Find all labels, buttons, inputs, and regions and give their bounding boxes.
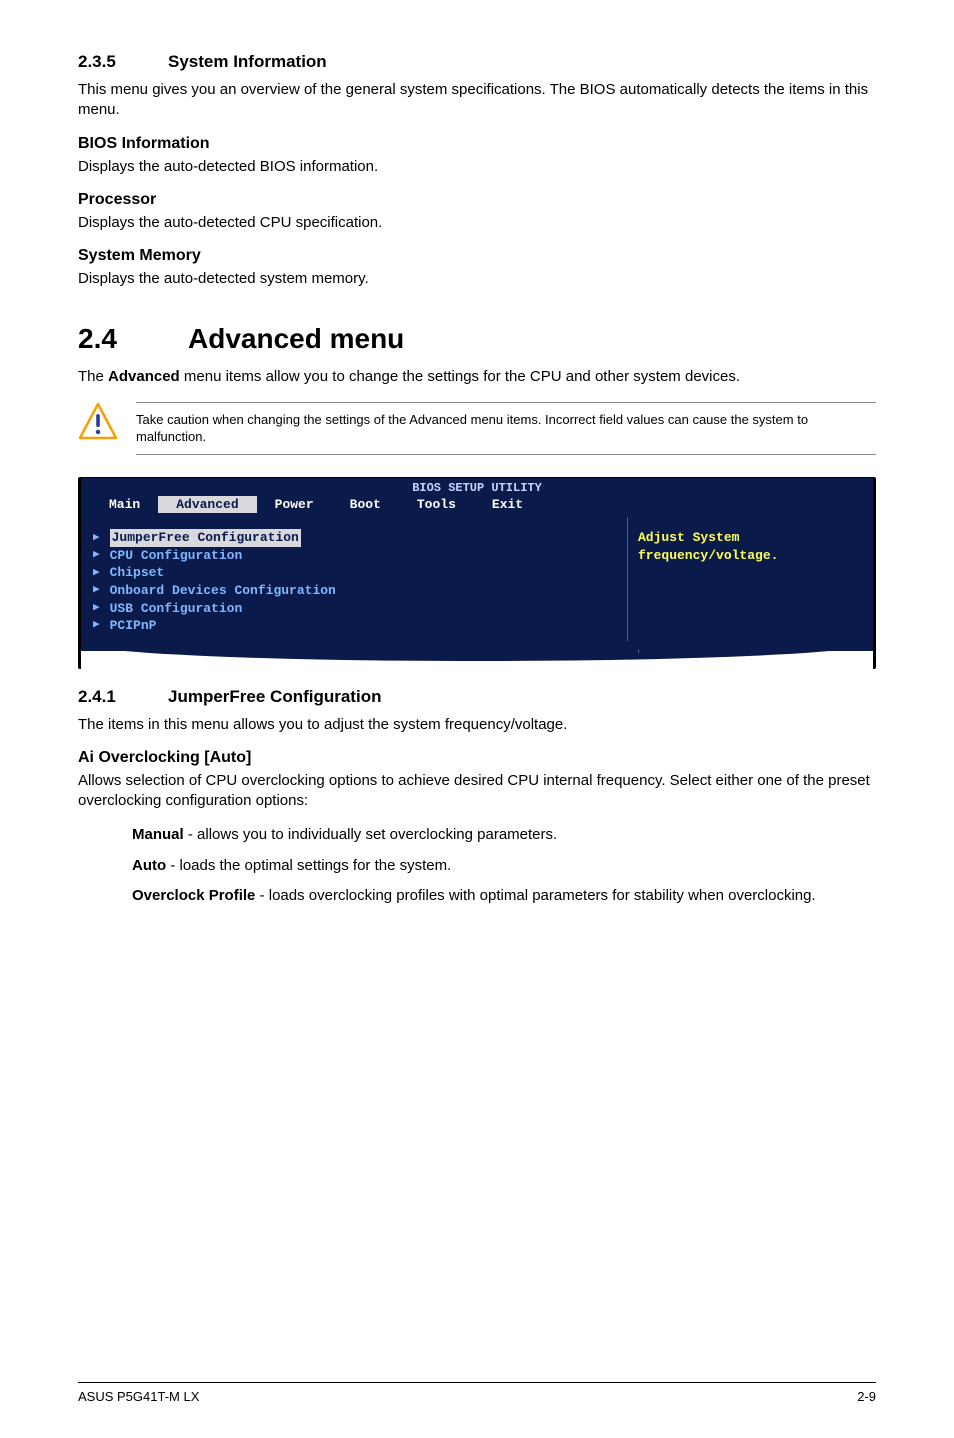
heading-2-3-5: 2.3.5System Information xyxy=(78,52,876,72)
subhead-processor: Processor xyxy=(78,191,876,209)
heading-title: JumperFree Configuration xyxy=(168,687,381,706)
triangle-right-icon: ▶ xyxy=(93,548,100,563)
section-intro: The Advanced menu items allow you to cha… xyxy=(78,367,876,387)
triangle-right-icon: ▶ xyxy=(93,583,100,598)
heading-2-4: 2.4Advanced menu xyxy=(78,323,876,355)
bios-tab-tools[interactable]: Tools xyxy=(399,496,474,514)
option-text: - loads overclocking profiles with optim… xyxy=(255,887,815,904)
caution-text-wrap: Take caution when changing the settings … xyxy=(136,402,876,455)
triangle-right-icon: ▶ xyxy=(93,601,100,616)
bios-tab-advanced[interactable]: Advanced xyxy=(158,496,256,514)
option-manual: Manual - allows you to individually set … xyxy=(132,825,876,845)
intro-text: menu items allow you to change the setti… xyxy=(180,368,740,385)
heading-title: System Information xyxy=(168,52,327,71)
option-text: - allows you to individually set overclo… xyxy=(184,826,558,843)
bios-menu-list: ▶ JumperFree Configuration ▶ CPU Configura… xyxy=(81,517,627,650)
bios-tab-boot[interactable]: Boot xyxy=(332,496,399,514)
subhead-bios-info: BIOS Information xyxy=(78,135,876,153)
body-ai-overclocking: Allows selection of CPU overclocking opt… xyxy=(78,771,876,812)
bios-help-line: frequency/voltage. xyxy=(638,547,863,565)
bios-menu-item-cpu[interactable]: ▶ CPU Configuration xyxy=(93,547,615,565)
section-intro: The items in this menu allows you to adj… xyxy=(78,715,876,735)
caution-block: Take caution when changing the settings … xyxy=(78,402,876,455)
heading-number: 2.4 xyxy=(78,323,188,355)
triangle-right-icon: ▶ xyxy=(93,531,100,546)
bios-help-panel: Adjust System frequency/voltage. xyxy=(627,517,873,650)
option-bold: Manual xyxy=(132,826,184,843)
bios-setup-utility: BIOS SETUP UTILITY Main Advanced Power B… xyxy=(78,477,876,669)
bios-tab-main[interactable]: Main xyxy=(91,496,158,514)
option-list: Manual - allows you to individually set … xyxy=(132,825,876,906)
heading-number: 2.3.5 xyxy=(78,52,168,72)
bios-menu-label: PCIPnP xyxy=(110,617,157,635)
option-text: - loads the optimal settings for the sys… xyxy=(166,857,451,874)
bios-tab-row: Main Advanced Power Boot Tools Exit xyxy=(81,496,873,518)
bios-menu-item-jumperfree[interactable]: ▶ JumperFree Configuration xyxy=(93,529,615,547)
subhead-ai-overclocking: Ai Overclocking [Auto] xyxy=(78,749,876,767)
body-bios-info: Displays the auto-detected BIOS informat… xyxy=(78,157,876,177)
option-overclock-profile: Overclock Profile - loads overclocking p… xyxy=(132,886,876,906)
body-system-memory: Displays the auto-detected system memory… xyxy=(78,269,876,289)
bios-help-line: Adjust System xyxy=(638,529,863,547)
bios-body: ▶ JumperFree Configuration ▶ CPU Configura… xyxy=(81,517,873,650)
bios-menu-item-pcipnp[interactable]: ▶ PCIPnP xyxy=(93,617,615,635)
bios-menu-item-usb[interactable]: ▶ USB Configuration xyxy=(93,600,615,618)
section-intro: This menu gives you an overview of the g… xyxy=(78,80,876,121)
subhead-system-memory: System Memory xyxy=(78,247,876,265)
bios-bottom-fade xyxy=(81,651,873,669)
heading-number: 2.4.1 xyxy=(78,687,168,707)
bios-menu-item-onboard[interactable]: ▶ Onboard Devices Configuration xyxy=(93,582,615,600)
bios-menu-label: Chipset xyxy=(110,564,165,582)
heading-title: Advanced menu xyxy=(188,323,404,354)
caution-triangle-icon xyxy=(78,402,118,440)
document-page: 2.3.5System Information This menu gives … xyxy=(0,0,954,1438)
bios-menu-label: CPU Configuration xyxy=(110,547,243,565)
bios-menu-label: USB Configuration xyxy=(110,600,243,618)
footer-page-number: 2-9 xyxy=(857,1389,876,1404)
option-bold: Auto xyxy=(132,857,166,874)
caution-text: Take caution when changing the settings … xyxy=(136,411,876,446)
page-footer: ASUS P5G41T-M LX 2-9 xyxy=(78,1382,876,1404)
body-processor: Displays the auto-detected CPU specifica… xyxy=(78,213,876,233)
bios-menu-label: Onboard Devices Configuration xyxy=(110,582,336,600)
bios-menu-item-chipset[interactable]: ▶ Chipset xyxy=(93,564,615,582)
footer-product: ASUS P5G41T-M LX xyxy=(78,1389,199,1404)
intro-bold: Advanced xyxy=(108,368,180,385)
bios-tab-exit[interactable]: Exit xyxy=(474,496,541,514)
intro-text: The xyxy=(78,368,108,385)
heading-2-4-1: 2.4.1JumperFree Configuration xyxy=(78,687,876,707)
triangle-right-icon: ▶ xyxy=(93,618,100,633)
bios-menu-label: JumperFree Configuration xyxy=(110,529,301,547)
option-auto: Auto - loads the optimal settings for th… xyxy=(132,856,876,876)
option-bold: Overclock Profile xyxy=(132,887,255,904)
triangle-right-icon: ▶ xyxy=(93,566,100,581)
bios-tab-power[interactable]: Power xyxy=(257,496,332,514)
bios-title: BIOS SETUP UTILITY xyxy=(81,478,873,496)
